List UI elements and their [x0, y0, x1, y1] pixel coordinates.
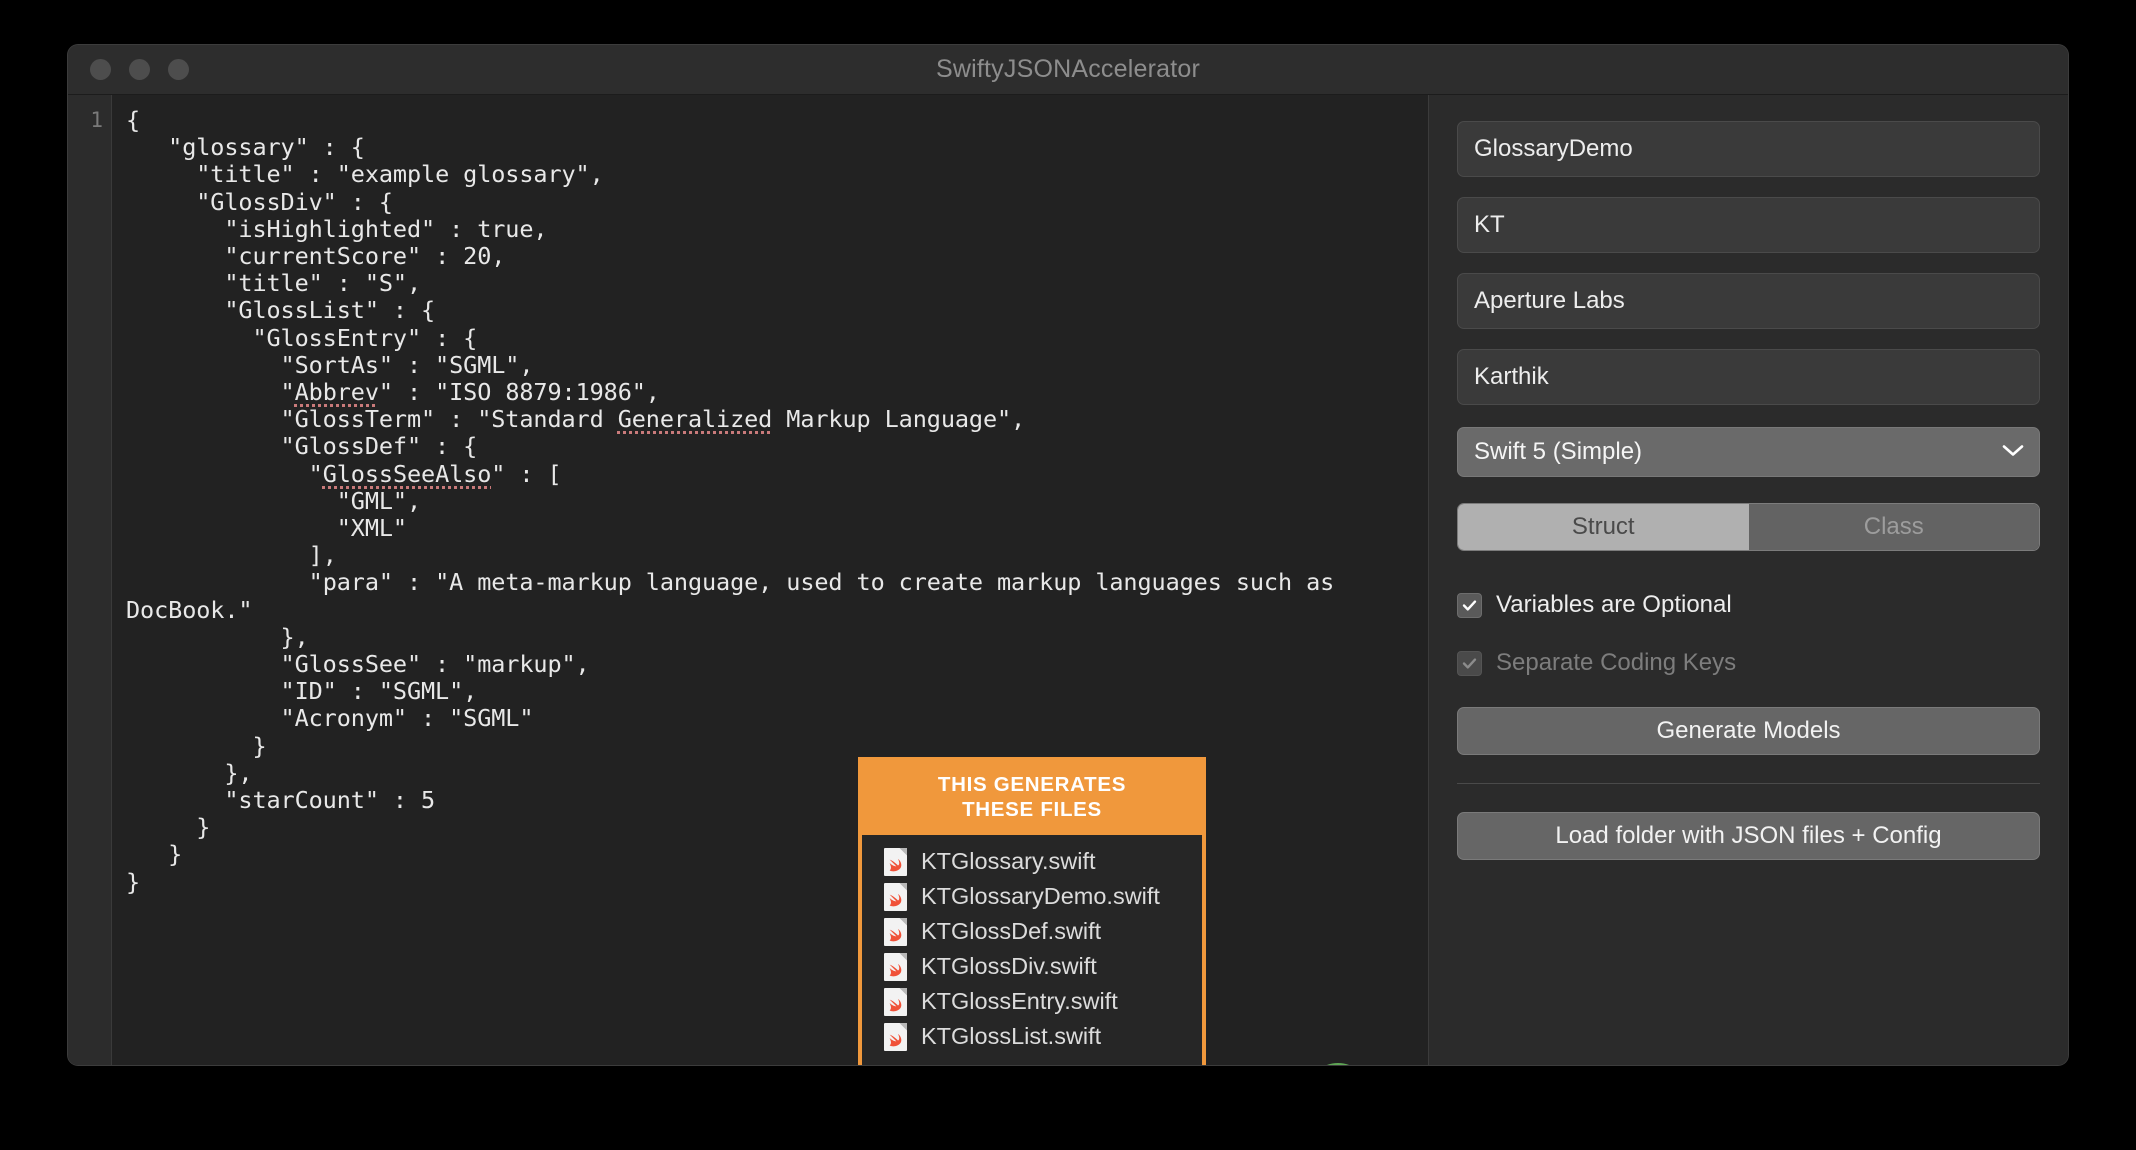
checkbox-icon — [1457, 651, 1482, 676]
generated-file-name: KTGlossList.swift — [921, 1023, 1101, 1050]
sidebar-divider — [1457, 783, 2040, 784]
construct-type-segmented-control: Struct Class — [1457, 503, 2040, 551]
language-select-wrapper: Swift 5 (Simple) — [1457, 427, 2040, 477]
line-number: 1 — [68, 107, 103, 134]
swift-file-icon — [884, 883, 907, 911]
swift-file-icon — [884, 848, 907, 876]
generated-files-callout: THIS GENERATES THESE FILES KTGlossary.sw… — [858, 757, 1206, 1065]
author-name-input[interactable] — [1457, 349, 2040, 405]
line-number-gutter: 1 — [68, 95, 112, 1065]
window-title: SwiftyJSONAccelerator — [68, 55, 2068, 84]
language-select[interactable]: Swift 5 (Simple) — [1457, 427, 2040, 477]
app-window: SwiftyJSONAccelerator 1 { "glossary" : {… — [68, 45, 2068, 1065]
swift-file-icon — [884, 953, 907, 981]
company-name-input[interactable] — [1457, 273, 2040, 329]
variables-optional-checkbox-row[interactable]: Variables are Optional — [1457, 591, 2040, 619]
settings-sidebar: Swift 5 (Simple) Struct Class V — [1428, 95, 2068, 1065]
swift-file-icon — [884, 918, 907, 946]
title-bar: SwiftyJSONAccelerator — [68, 45, 2068, 95]
generated-file-list: KTGlossary.swift KTGlossaryDemo.swift KTGl… — [862, 835, 1202, 1065]
list-item: KTGlossary.swift — [862, 844, 1202, 879]
swift-file-icon — [884, 1023, 907, 1051]
variables-optional-label: Variables are Optional — [1496, 591, 1732, 619]
segment-class[interactable]: Class — [1749, 504, 2040, 550]
separate-coding-keys-checkbox-row: Separate Coding Keys — [1457, 649, 2040, 677]
list-item: KTGlossDef.swift — [862, 914, 1202, 949]
window-body: 1 { "glossary" : { "title" : "example gl… — [68, 95, 2068, 1065]
generated-file-name: KTGlossaryDemo.swift — [921, 883, 1160, 910]
swift-file-icon — [884, 988, 907, 1016]
load-folder-button[interactable]: Load folder with JSON files + Config — [1457, 812, 2040, 860]
callout-heading-line2: THESE FILES — [868, 797, 1196, 822]
callout-heading: THIS GENERATES THESE FILES — [862, 761, 1202, 835]
json-input-textarea[interactable]: { "glossary" : { "title" : "example glos… — [112, 95, 1428, 1065]
generated-file-name: KTGlossDef.swift — [921, 918, 1101, 945]
generate-models-button[interactable]: Generate Models — [1457, 707, 2040, 755]
segment-struct[interactable]: Struct — [1458, 504, 1749, 550]
list-item: KTGlossList.swift — [862, 1019, 1202, 1054]
separate-coding-keys-label: Separate Coding Keys — [1496, 649, 1736, 677]
list-item: KTGlossaryDemo.swift — [862, 879, 1202, 914]
callout-heading-line1: THIS GENERATES — [868, 772, 1196, 797]
generated-file-name: KTGlossary.swift — [921, 848, 1096, 875]
list-item: KTGlossEntry.swift — [862, 984, 1202, 1019]
json-editor-pane: 1 { "glossary" : { "title" : "example gl… — [68, 95, 1428, 1065]
generated-file-name: KTGlossEntry.swift — [921, 988, 1118, 1015]
checkbox-icon[interactable] — [1457, 593, 1482, 618]
list-item: KTGlossDiv.swift — [862, 949, 1202, 984]
generated-file-name: KTGlossDiv.swift — [921, 953, 1097, 980]
chevron-down-icon — [2002, 443, 2024, 462]
prefix-input[interactable] — [1457, 197, 2040, 253]
language-select-value: Swift 5 (Simple) — [1474, 438, 1642, 466]
base-class-name-input[interactable] — [1457, 121, 2040, 177]
